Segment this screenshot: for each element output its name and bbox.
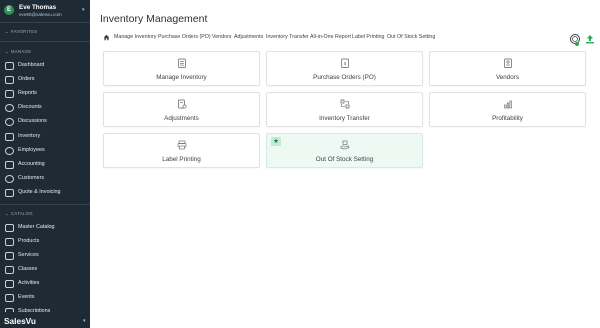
products-icon <box>5 237 14 246</box>
divider <box>0 204 90 205</box>
tab-adjustments[interactable]: Adjustments <box>234 34 263 40</box>
card-label: Out Of Stock Setting <box>315 156 374 163</box>
chevron-down-icon: ⌄ <box>5 211 9 216</box>
card-adjustments[interactable]: Adjustments <box>103 92 260 127</box>
vendor-document-icon <box>503 58 512 68</box>
dashboard-icon <box>5 61 14 70</box>
card-inventory-transfer[interactable]: Inventory Transfer <box>266 92 423 127</box>
page-title: Inventory Management <box>100 13 208 25</box>
tab-all-in-one-report[interactable]: All-in-One Report <box>310 34 351 40</box>
services-icon <box>5 251 14 260</box>
user-email: eve90@salesvu.com <box>19 12 62 17</box>
master-catalog-icon <box>5 223 14 232</box>
tab-label-printing[interactable]: Label Printing <box>352 34 384 40</box>
customers-icon <box>5 174 14 183</box>
star-icon[interactable]: ★ <box>271 137 281 146</box>
events-icon <box>5 293 14 302</box>
sidebar-item-discussions[interactable]: Discussions <box>0 115 90 128</box>
sidebar-item-reports[interactable]: Reports <box>0 87 90 100</box>
chevron-down-icon: ⌄ <box>5 29 9 34</box>
chevron-down-icon[interactable]: ▾ <box>83 318 86 324</box>
card-label-printing[interactable]: Label Printing <box>103 133 260 168</box>
tab-purchase-orders[interactable]: Purchase Orders (PO) <box>158 34 211 40</box>
clipboard-list-icon <box>177 58 186 68</box>
card-profitability[interactable]: Profitability <box>429 92 586 127</box>
sidebar-item-quote-invoicing[interactable]: Quote & Invoicing <box>0 186 90 199</box>
tab-manage-inventory[interactable]: Manage Inventory <box>114 34 156 40</box>
employees-icon <box>5 146 14 155</box>
card-label: Profitability <box>492 115 523 122</box>
sidebar-item-activities[interactable]: Activities <box>0 277 90 290</box>
sidebar-item-discounts[interactable]: Discounts <box>0 101 90 114</box>
divider <box>0 41 90 42</box>
adjustments-icon <box>177 99 186 109</box>
reports-icon <box>5 89 14 98</box>
card-out-of-stock-setting[interactable]: ★ Out Of Stock Setting <box>266 133 423 168</box>
orders-icon <box>5 75 14 84</box>
section-favorites[interactable]: ⌄ FAVORITES <box>5 29 37 35</box>
section-catalog[interactable]: ⌄ CATALOG <box>5 211 33 217</box>
user-profile[interactable]: E Eve Thomas eve90@salesvu.com ▾ <box>0 0 90 22</box>
activities-icon <box>5 279 14 288</box>
sidebar-item-accounting[interactable]: Accounting <box>0 158 90 171</box>
sidebar-item-inventory[interactable]: Inventory <box>0 130 90 143</box>
sidebar-item-services[interactable]: Services <box>0 249 90 262</box>
classes-icon <box>5 265 14 274</box>
sidebar-item-products[interactable]: Products <box>0 235 90 248</box>
chevron-down-icon: ▾ <box>82 7 85 13</box>
help-button[interactable] <box>570 34 580 46</box>
quote-icon <box>5 188 14 197</box>
inventory-icon <box>5 132 14 141</box>
card-label: Inventory Transfer <box>319 115 370 122</box>
user-name: Eve Thomas <box>19 4 57 11</box>
divider <box>0 22 90 23</box>
sidebar-item-master-catalog[interactable]: Master Catalog <box>0 221 90 234</box>
sidebar: E Eve Thomas eve90@salesvu.com ▾ ⌄ FAVORI… <box>0 0 90 328</box>
sidebar-item-customers[interactable]: Customers <box>0 172 90 185</box>
discussions-icon <box>5 117 14 126</box>
chevron-down-icon: ⌄ <box>5 49 9 54</box>
sidebar-item-dashboard[interactable]: Dashboard <box>0 59 90 72</box>
label-print-icon <box>177 140 186 150</box>
card-manage-inventory[interactable]: Manage Inventory <box>103 51 260 86</box>
card-label: Adjustments <box>164 115 199 122</box>
section-manage[interactable]: ⌄ MANAGE <box>5 49 31 55</box>
tab-out-of-stock-setting[interactable]: Out Of Stock Setting <box>387 34 435 40</box>
bar-chart-icon <box>503 100 512 109</box>
sidebar-item-employees[interactable]: Employees <box>0 144 90 157</box>
avatar: E <box>4 5 14 15</box>
accounting-icon <box>5 160 14 169</box>
card-label: Label Printing <box>162 156 201 163</box>
sidebar-item-events[interactable]: Events <box>0 291 90 304</box>
status-dot <box>575 42 579 46</box>
home-icon[interactable] <box>103 34 110 41</box>
box-hand-icon <box>340 140 349 150</box>
card-label: Purchase Orders (PO) <box>313 74 376 81</box>
sidebar-item-orders[interactable]: Orders <box>0 73 90 86</box>
discounts-icon <box>5 103 14 112</box>
upload-icon[interactable] <box>585 34 595 44</box>
tab-inventory-transfer[interactable]: Inventory Transfer <box>266 34 309 40</box>
card-label: Vendors <box>495 74 520 81</box>
brand-logo: SalesVu <box>4 316 36 326</box>
purchase-order-icon: $ <box>340 58 349 68</box>
tab-vendors[interactable]: Vendors <box>212 34 231 40</box>
card-vendors[interactable]: Vendors <box>429 51 586 86</box>
card-label: Manage Inventory <box>156 74 207 81</box>
card-purchase-orders[interactable]: $ Purchase Orders (PO) <box>266 51 423 86</box>
svg-text:$: $ <box>343 61 346 67</box>
sidebar-item-classes[interactable]: Classes <box>0 263 90 276</box>
transfer-icon <box>340 99 349 109</box>
